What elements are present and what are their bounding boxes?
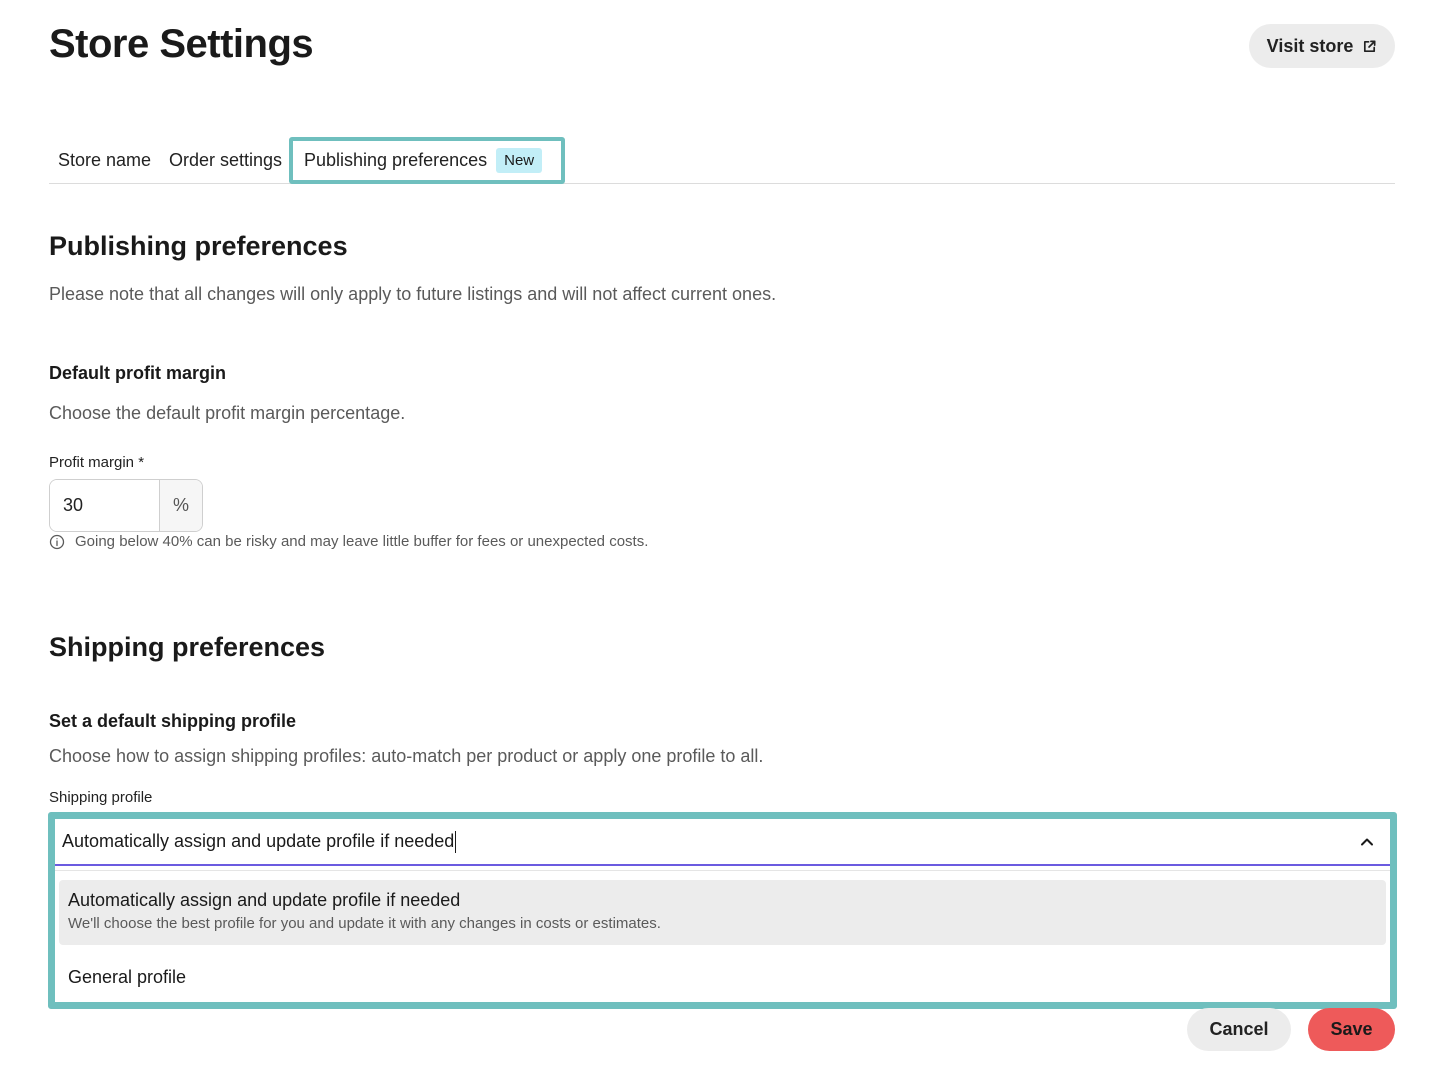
selected-value: Automatically assign and update profile … bbox=[62, 831, 455, 851]
shipping-profile-select[interactable]: Automatically assign and update profile … bbox=[55, 819, 1390, 866]
option-auto-assign[interactable]: Automatically assign and update profile … bbox=[59, 880, 1386, 945]
menu-divider bbox=[55, 870, 1390, 871]
profit-margin-input[interactable] bbox=[50, 480, 159, 531]
cancel-button[interactable]: Cancel bbox=[1187, 1008, 1291, 1051]
tab-order-settings[interactable]: Order settings bbox=[169, 137, 282, 184]
page-title: Store Settings bbox=[49, 22, 314, 66]
external-link-icon bbox=[1364, 40, 1376, 52]
publishing-section-title: Publishing preferences bbox=[49, 231, 348, 261]
chevron-up-icon[interactable] bbox=[1358, 833, 1376, 851]
option-title: Automatically assign and update profile … bbox=[68, 890, 461, 910]
shipping-profile-dropdown: Automatically assign and update profile … bbox=[48, 812, 1397, 1009]
percent-suffix: % bbox=[159, 480, 202, 531]
tab-label: Store name bbox=[58, 150, 152, 170]
profit-margin-group: % bbox=[49, 479, 203, 532]
info-icon bbox=[49, 534, 65, 549]
tab-label: Order settings bbox=[169, 150, 283, 170]
option-title: General profile bbox=[68, 967, 187, 987]
option-general-profile[interactable]: General profile bbox=[59, 959, 1386, 999]
shipping-section-title: Shipping preferences bbox=[49, 632, 326, 662]
shipping-profile-description: Choose how to assign shipping profiles: … bbox=[49, 746, 764, 766]
tab-label: Publishing preferences bbox=[304, 150, 488, 170]
tab-publishing-preferences[interactable]: Publishing preferences New bbox=[289, 137, 565, 184]
shipping-profile-label: Shipping profile bbox=[49, 789, 153, 806]
text-caret bbox=[455, 830, 457, 853]
visit-store-button[interactable]: Visit store bbox=[1249, 24, 1395, 68]
profit-margin-hint: Going below 40% can be risky and may lea… bbox=[49, 533, 648, 550]
profit-margin-label: Profit margin * bbox=[49, 454, 145, 471]
save-button[interactable]: Save bbox=[1308, 1008, 1395, 1051]
profit-margin-description: Choose the default profit margin percent… bbox=[49, 403, 406, 423]
publishing-note: Please note that all changes will only a… bbox=[49, 284, 777, 304]
hint-text: Going below 40% can be risky and may lea… bbox=[75, 533, 649, 550]
shipping-profile-heading: Set a default shipping profile bbox=[49, 711, 297, 731]
tab-store-name[interactable]: Store name bbox=[58, 137, 151, 184]
option-description: We'll choose the best profile for you an… bbox=[68, 915, 661, 932]
new-badge: New bbox=[496, 148, 543, 173]
visit-store-label: Visit store bbox=[1266, 35, 1354, 56]
settings-tabs: Store name Order settings Publishing pre… bbox=[49, 137, 1395, 184]
profit-margin-heading: Default profit margin bbox=[49, 363, 227, 383]
